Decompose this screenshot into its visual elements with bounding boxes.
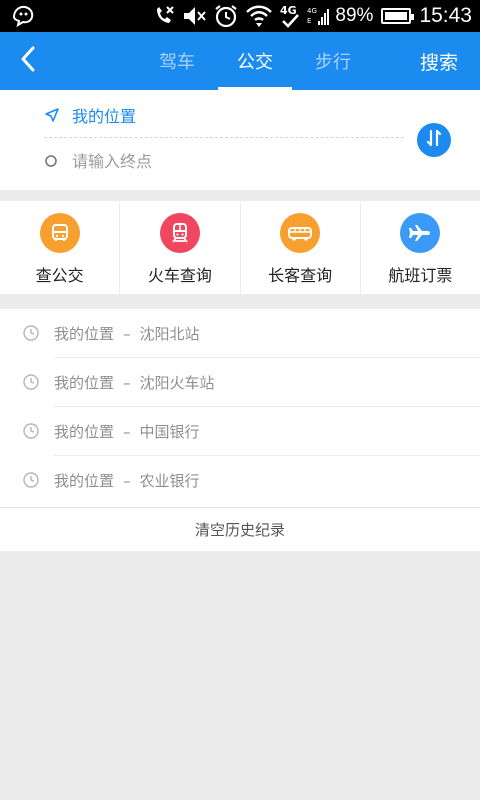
battery-percent: 89%	[335, 5, 374, 26]
flight-booking-button[interactable]: 航班订票	[359, 201, 480, 294]
tab-drive[interactable]: 驾车	[138, 32, 216, 90]
history-item[interactable]: 我的位置 – 农业银行	[0, 456, 480, 505]
history-item[interactable]: 我的位置 – 中国银行	[0, 407, 480, 456]
coach-query-button[interactable]: 长客查询	[239, 201, 360, 294]
service-label: 火车查询	[147, 266, 212, 285]
mute-call-icon	[153, 3, 175, 29]
status-bar: 4G 4G E 89% 15:43	[0, 0, 480, 32]
service-label: 航班订票	[388, 266, 453, 285]
train-query-button[interactable]: 火车查询	[119, 201, 239, 294]
destination-dot-icon	[44, 151, 72, 171]
history-separator: –	[123, 373, 131, 392]
swap-arrows-icon	[424, 128, 444, 152]
end-location-row	[44, 138, 404, 184]
destination-input[interactable]	[72, 151, 372, 171]
search-button[interactable]: 搜索	[420, 32, 458, 90]
notification-icon	[8, 3, 38, 29]
history-separator: –	[123, 471, 131, 490]
start-location-field[interactable]: 我的位置	[44, 92, 404, 138]
history-item[interactable]: 我的位置 – 沈阳火车站	[0, 358, 480, 407]
history-route-text: 我的位置 – 中国银行	[54, 407, 200, 456]
svg-text:4G: 4G	[307, 7, 317, 15]
bus-icon	[39, 213, 80, 253]
history-from: 我的位置	[54, 374, 115, 392]
history-to: 中国银行	[139, 423, 200, 441]
start-location-text: 我的位置	[72, 106, 137, 126]
search-history-list: 我的位置 – 沈阳北站 我的位置 – 沈阳火车站 我的位置 – 中国银行 我的位置 – 农业银行…	[0, 309, 480, 551]
history-item[interactable]: 我的位置 – 沈阳北站	[0, 309, 480, 358]
4g-icon: 4G	[279, 3, 301, 29]
alarm-icon	[213, 3, 239, 29]
chevron-left-icon	[19, 46, 37, 76]
airplane-icon	[400, 213, 441, 253]
svg-text:4G: 4G	[280, 4, 297, 17]
history-to: 沈阳火车站	[139, 374, 215, 392]
clock-icon	[22, 373, 40, 391]
volume-mute-icon	[181, 3, 207, 29]
clear-history-button[interactable]: 清空历史纪录	[0, 507, 480, 551]
bus-query-button[interactable]: 查公交	[0, 201, 119, 294]
history-route-text: 我的位置 – 沈阳北站	[54, 309, 200, 358]
history-from: 我的位置	[54, 472, 115, 490]
svg-text:E: E	[307, 17, 311, 25]
swap-route-button[interactable]	[417, 123, 451, 157]
service-label: 查公交	[35, 266, 84, 285]
service-label: 长客查询	[268, 266, 333, 285]
tab-transit[interactable]: 公交	[216, 32, 294, 90]
location-arrow-icon	[44, 105, 72, 125]
signal-icon: 4G E	[307, 3, 330, 29]
clock-icon	[22, 324, 40, 342]
history-from: 我的位置	[54, 325, 115, 343]
history-route-text: 我的位置 – 沈阳火车站	[54, 358, 215, 407]
history-separator: –	[123, 324, 131, 343]
history-from: 我的位置	[54, 423, 115, 441]
clock-icon	[22, 422, 40, 440]
history-route-text: 我的位置 – 农业银行	[54, 456, 200, 505]
clock-icon	[22, 471, 40, 489]
train-icon	[159, 213, 200, 253]
history-to: 农业银行	[139, 472, 200, 490]
clock-time: 15:43	[419, 4, 472, 27]
coach-icon	[280, 213, 321, 253]
route-input-panel: 我的位置	[0, 90, 480, 190]
back-button[interactable]	[8, 41, 48, 81]
wifi-icon	[245, 3, 273, 29]
history-separator: –	[123, 422, 131, 441]
tab-walk[interactable]: 步行	[294, 32, 372, 90]
top-nav-bar: 驾车 公交 步行 搜索	[0, 32, 480, 90]
history-to: 沈阳北站	[139, 325, 200, 343]
battery-icon	[381, 8, 415, 24]
transport-mode-tabs: 驾车 公交 步行	[138, 32, 372, 90]
service-grid: 查公交 火车查询 长客查询 航班订票	[0, 201, 480, 294]
